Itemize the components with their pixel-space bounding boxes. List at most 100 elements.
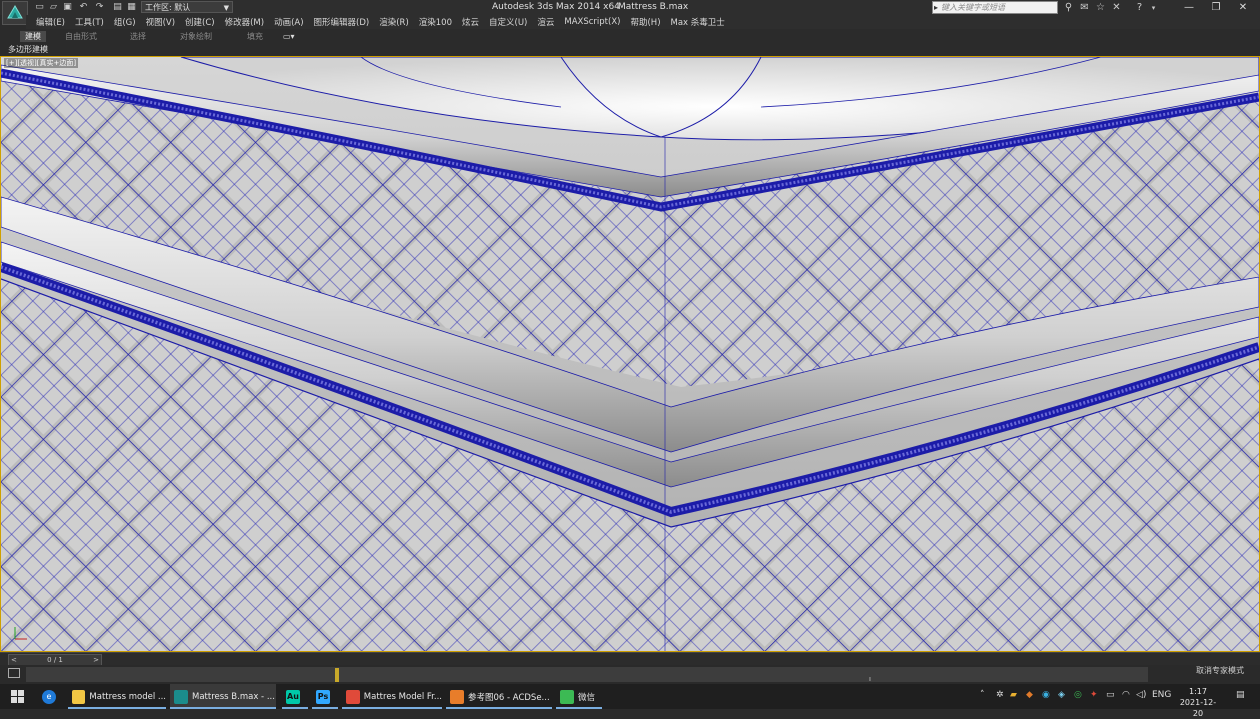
taskbar-app-3[interactable]: Ps xyxy=(312,684,338,709)
binoculars-icon[interactable]: ⚲ xyxy=(1062,1,1075,14)
menu-item[interactable]: 渲染100 xyxy=(419,16,452,28)
redo-icon[interactable]: ↷ xyxy=(94,2,105,12)
taskbar-app-label: 微信 xyxy=(578,692,596,703)
workspace-dropdown[interactable]: 工作区: 默认 ▼ xyxy=(141,1,233,13)
tab-selection[interactable]: 选择 xyxy=(125,31,151,42)
language-indicator[interactable]: ENG xyxy=(1152,690,1171,700)
taskbar-app-0[interactable]: Mattress model ... xyxy=(68,684,166,709)
communication-center-icon[interactable]: ✉ xyxy=(1078,1,1091,14)
time-prev-icon[interactable]: < xyxy=(11,655,17,665)
file-title: Mattress B.max xyxy=(618,2,689,12)
system-clock[interactable]: 1:17 2021-12-20 xyxy=(1176,686,1220,719)
menu-item[interactable]: MAXScript(X) xyxy=(564,17,620,27)
taskbar-app-label: Mattress model ... xyxy=(89,691,166,702)
clock-date: 2021-12-20 xyxy=(1179,698,1217,718)
tray-network-icon[interactable]: ✲ xyxy=(996,690,1004,700)
tray-app-icon[interactable]: ◉ xyxy=(1042,690,1050,700)
track-bar: ı 取消专家模式 xyxy=(0,665,1260,684)
app-title: Autodesk 3ds Max 2014 x64 xyxy=(492,2,620,12)
windows-taskbar: e Mattress model ... Mattress B.max - ...… xyxy=(0,684,1260,718)
tray-antivirus-icon[interactable]: ✦ xyxy=(1090,690,1098,700)
acdsee-icon xyxy=(450,689,464,704)
tray-wifi-icon[interactable]: ◠ xyxy=(1122,690,1130,700)
menu-item[interactable]: 自定义(U) xyxy=(489,16,527,28)
help-icon[interactable]: ? xyxy=(1133,1,1146,14)
frame-tick-mark: ı xyxy=(869,675,871,683)
menu-item[interactable]: 渲云 xyxy=(537,16,554,28)
ribbon-options-icon[interactable]: ▭▾ xyxy=(278,31,300,42)
application-menu-button[interactable] xyxy=(2,1,28,25)
tray-battery-icon[interactable]: ▭ xyxy=(1106,690,1115,700)
tray-expand-icon[interactable]: ˄ xyxy=(980,690,985,700)
menu-bar: 编辑(E) 工具(T) 组(G) 视图(V) 创建(C) 修改器(M) 动画(A) 图形编辑器… xyxy=(26,15,1260,29)
menu-item[interactable]: 渲染(R) xyxy=(379,16,409,28)
help-dropdown-icon[interactable]: ▾ xyxy=(1147,1,1160,14)
menu-item[interactable]: 编辑(E) xyxy=(36,16,65,28)
keyframe-track[interactable] xyxy=(26,667,1148,682)
workspace-label: 工作区: 默认 xyxy=(145,3,191,12)
chrome-icon xyxy=(346,689,360,704)
menu-item[interactable]: 组(G) xyxy=(114,16,136,28)
3dsmax-icon xyxy=(174,689,188,704)
menu-item[interactable]: 帮助(H) xyxy=(630,16,660,28)
menu-item[interactable]: 工具(T) xyxy=(75,16,104,28)
taskbar-app-label: 参考图06 - ACDSe... xyxy=(468,692,550,703)
menu-item[interactable]: Max 杀毒卫士 xyxy=(671,16,725,28)
tab-object-paint[interactable]: 对象绘制 xyxy=(175,31,217,42)
windows-logo-icon xyxy=(10,690,24,703)
taskbar-app-5[interactable]: 参考图06 - ACDSe... xyxy=(446,684,552,709)
time-marker[interactable] xyxy=(335,668,339,682)
photoshop-icon: Ps xyxy=(316,689,330,704)
taskbar-app-4[interactable]: Mattres Model Fr... xyxy=(342,684,442,709)
search-input[interactable]: ▸ 键入关键字或短语 xyxy=(932,1,1058,14)
new-file-icon[interactable]: ▭ xyxy=(34,2,45,12)
workspace-icon: ▦ xyxy=(127,2,136,12)
project-folder-icon[interactable]: ▤ xyxy=(112,2,123,12)
undo-icon[interactable]: ↶ xyxy=(78,2,89,12)
ribbon-tabs: 建模 自由形式 选择 对象绘制 填充 ▭▾ xyxy=(0,30,1260,43)
exchange-icon[interactable]: ✕ xyxy=(1110,1,1123,14)
edge-browser-icon[interactable]: e xyxy=(38,684,64,709)
tray-cloud-icon[interactable]: ◈ xyxy=(1058,690,1065,700)
mattress-mesh-render xyxy=(1,57,1259,651)
start-button[interactable] xyxy=(0,684,34,709)
clock-time: 1:17 xyxy=(1189,687,1207,696)
tab-freeform[interactable]: 自由形式 xyxy=(60,31,102,42)
polygon-modeling-label: 多边形建模 xyxy=(8,45,48,54)
tray-volume-icon[interactable]: ◁) xyxy=(1136,690,1146,700)
star-icon[interactable]: ☆ xyxy=(1094,1,1107,14)
menu-item[interactable]: 炫云 xyxy=(462,16,479,28)
menu-item[interactable]: 创建(C) xyxy=(185,16,215,28)
tray-security-icon[interactable]: ◆ xyxy=(1026,690,1033,700)
time-next-icon[interactable]: > xyxy=(93,655,99,665)
wechat-icon xyxy=(560,689,574,704)
close-icon[interactable]: ✕ xyxy=(1222,0,1260,15)
taskbar-app-2[interactable]: Au xyxy=(282,684,308,709)
time-slider[interactable]: < 0 / 1 > xyxy=(0,652,1260,666)
title-bar: ▭ ▱ ▣ ↶ ↷ ▤ ▦ 工作区: 默认 ▼ Autodesk 3ds Max… xyxy=(0,0,1260,25)
mini-curve-editor-icon[interactable] xyxy=(8,668,20,678)
menu-item[interactable]: 图形编辑器(D) xyxy=(314,16,370,28)
expert-mode-cancel[interactable]: 取消专家模式 xyxy=(1196,665,1244,676)
taskbar-app-6[interactable]: 微信 xyxy=(556,684,602,709)
notification-icon[interactable]: ▤ xyxy=(1236,690,1245,700)
time-position: 0 / 1 xyxy=(47,656,63,664)
chevron-down-icon: ▼ xyxy=(223,4,229,12)
open-file-icon[interactable]: ▱ xyxy=(48,2,59,12)
chevron-right-icon: ▸ xyxy=(934,3,939,12)
tab-modeling[interactable]: 建模 xyxy=(20,31,46,42)
ribbon-panel: 多边形建模 xyxy=(0,43,1260,56)
search-placeholder: 键入关键字或短语 xyxy=(941,3,1005,12)
viewport-label[interactable]: [+][透视][真实+边面] xyxy=(4,58,79,68)
taskbar-app-1[interactable]: Mattress B.max - ... xyxy=(170,684,276,709)
folder-icon xyxy=(72,689,86,704)
save-file-icon[interactable]: ▣ xyxy=(62,2,73,12)
taskbar-app-label: Mattres Model Fr... xyxy=(363,691,442,702)
menu-item[interactable]: 修改器(M) xyxy=(225,16,264,28)
menu-item[interactable]: 动画(A) xyxy=(274,16,303,28)
tray-wechat-icon[interactable]: ◎ xyxy=(1074,690,1082,700)
perspective-viewport[interactable]: [+][透视][真实+边面] xyxy=(0,56,1260,652)
tray-folder-icon[interactable]: ▰ xyxy=(1010,690,1017,700)
menu-item[interactable]: 视图(V) xyxy=(146,16,175,28)
tab-populate[interactable]: 填充 xyxy=(242,31,268,42)
